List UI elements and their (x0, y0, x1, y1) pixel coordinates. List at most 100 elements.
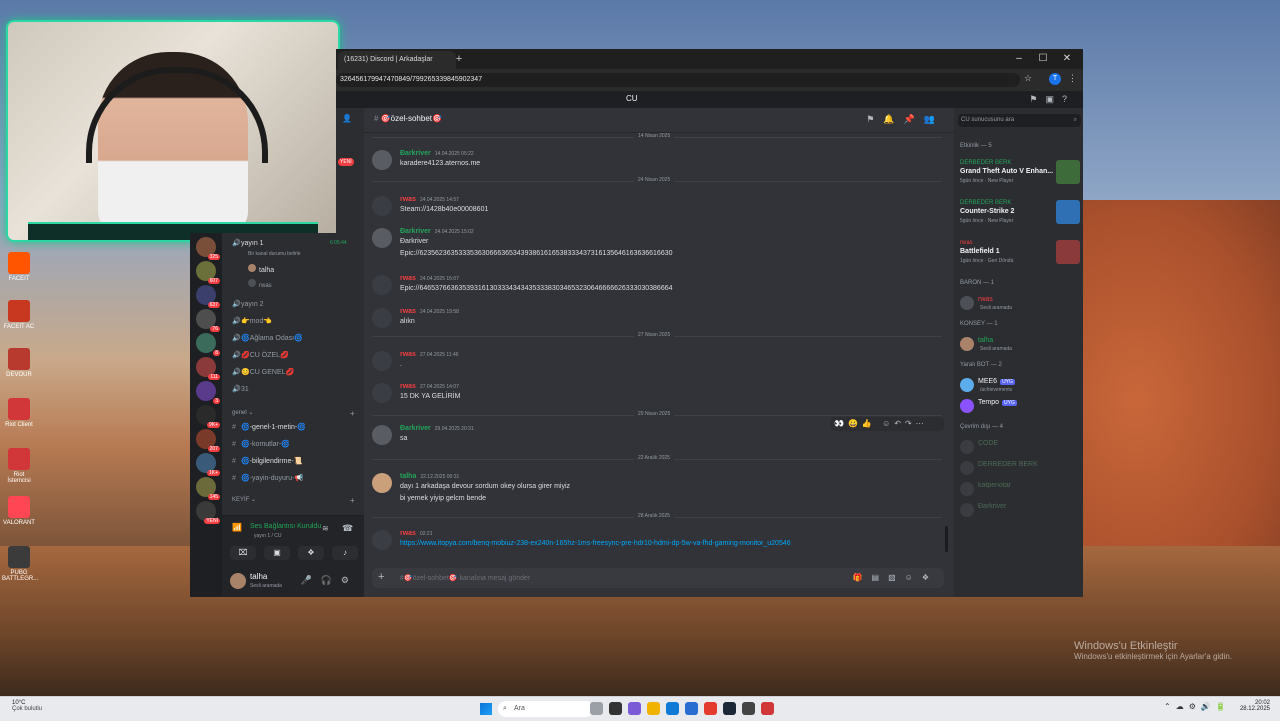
voice-channel-cu-ozel[interactable]: 🔊💋CU ÖZEL💋 (232, 351, 289, 359)
desktop-icon[interactable]: Riot İstemcisi (2, 448, 36, 484)
activity-card[interactable]: DERBEDER BERK Counter-Strike 2 5gün önce ·… (958, 200, 1080, 232)
message-author[interactable]: rwas 02:21 (400, 530, 432, 537)
server-icon[interactable]: 145 (196, 477, 220, 500)
menu-kebab-icon[interactable]: ⋮ (1068, 73, 1077, 84)
message[interactable]: Ðarkriver 24.04.2025 15:02 Ðarkriver Epic:/… (372, 228, 942, 266)
weather-widget[interactable]: 10°C Çok bulutlu (12, 700, 42, 712)
server-icon[interactable]: 3 (196, 381, 220, 404)
edge-icon[interactable] (666, 702, 679, 715)
noise-suppression-icon[interactable]: ≋ (322, 524, 329, 533)
message[interactable]: rwas 24.04.2025 14:57 Steam://1428b40e0000… (372, 196, 942, 222)
voice-channel-31[interactable]: 🔊31 (232, 385, 249, 393)
file-explorer-icon[interactable] (647, 702, 660, 715)
server-icon[interactable]: 76 (196, 309, 220, 332)
server-icon[interactable]: 9K+ (196, 405, 220, 428)
screen-share-button[interactable]: ▣ (264, 546, 290, 560)
clock[interactable]: 20:02 28.12.2025 (1240, 700, 1270, 712)
voice-channel-mod[interactable]: 🔊👉mod👈 (232, 317, 272, 325)
message-link[interactable]: https://www.itopya.com/benq-mobiuz-238-e… (400, 540, 791, 547)
server-icon[interactable]: YENİ (196, 501, 220, 524)
server-icon[interactable]: 637 (196, 285, 220, 308)
copilot-icon[interactable] (628, 702, 641, 715)
avatar[interactable] (372, 275, 392, 295)
add-friend-icon[interactable]: 👤 (342, 114, 352, 123)
desktop-icon[interactable]: PUBG BATTLEGR... (2, 546, 38, 582)
message-author[interactable]: talha 22.12.2025 00:31 (400, 473, 459, 480)
server-icon[interactable]: 325 (196, 237, 220, 260)
member-row[interactable]: DERBEDER BERK (960, 459, 1080, 481)
user-avatar[interactable] (230, 573, 246, 589)
riot-icon[interactable] (761, 702, 774, 715)
member-row[interactable]: MEE6 UYG/achievements (960, 376, 1080, 398)
avatar[interactable] (372, 150, 392, 170)
message[interactable]: rwas 27.04.2025 14:07 15 DK YA GELİRİM (372, 383, 942, 409)
message[interactable]: rwas 02:21 https://www.itopya.com/benq-mob… (372, 530, 942, 556)
system-tray[interactable]: ⌃☁⚙🔊🔋 (1164, 702, 1231, 711)
close-button[interactable]: ✕ (1055, 49, 1079, 69)
voice-member-talha[interactable]: talha (248, 264, 274, 274)
activity-header[interactable]: Etkinlik — 5 (960, 143, 992, 149)
server-search-input[interactable]: CU sunucusunu ara ⌕ (958, 114, 1081, 127)
text-channel-genel[interactable]: # 🌀-genel-1-metin-🌀 (232, 423, 306, 431)
message-author[interactable]: Ðarkriver 29.04.2025 20:31 (400, 425, 474, 432)
message-hover-toolbar[interactable]: 👀😀👍 ☺↶↷⋯ (830, 417, 944, 431)
desktop-icon[interactable]: VALORANT (2, 496, 36, 526)
desktop-icon[interactable]: FACEIT AC (2, 300, 36, 330)
message[interactable]: rwas 24.04.2025 15:07 Epic://6465376636353… (372, 275, 942, 301)
message-author[interactable]: rwas 27.04.2025 11:46 (400, 351, 459, 358)
steam-icon[interactable] (723, 702, 736, 715)
avatar[interactable] (372, 425, 392, 445)
text-channel-komutlar[interactable]: # 🌀-komutlar-🌀 (232, 440, 290, 448)
desktop-icon[interactable]: Riot Client (2, 398, 36, 428)
activity-card[interactable]: DERBEDER BERK Grand Theft Auto V Enhan...… (958, 160, 1080, 192)
message-author[interactable]: rwas 24.04.2025 19:58 (400, 308, 459, 315)
epic-icon[interactable] (742, 702, 755, 715)
member-row[interactable]: CODE (960, 438, 1080, 460)
server-icon[interactable]: 607 (196, 261, 220, 284)
member-row[interactable]: Ðarkriver (960, 501, 1080, 523)
message-author[interactable]: rwas 24.04.2025 14:57 (400, 196, 459, 203)
category-keyif[interactable]: KEYİF ⌄ (232, 496, 256, 503)
voice-member-rwas[interactable]: rwas (248, 279, 272, 289)
message-author[interactable]: rwas 27.04.2025 14:07 (400, 383, 459, 390)
voice-status[interactable]: Ses Bağlantısı Kuruldu (250, 523, 321, 530)
message-author[interactable]: rwas 24.04.2025 15:07 (400, 275, 459, 282)
scrollbar[interactable] (945, 526, 948, 552)
add-attachment-icon[interactable]: + (378, 571, 384, 583)
text-channel-bilgilendirme[interactable]: # 🌀-bilgilendirme-📜 (232, 457, 302, 465)
voice-channel-aglama[interactable]: 🔊🌀Ağlama Odası🌀 (232, 334, 303, 342)
server-icon[interactable]: 8 (196, 333, 220, 356)
voice-status-hint[interactable]: Bir kanal durumu belirle (248, 251, 301, 257)
text-channel-yayin-duyuru[interactable]: # 🌀-yayin-duyuru-📢 (232, 474, 303, 482)
voice-channel-yayin-2[interactable]: 🔊yayın 2 (232, 300, 264, 308)
maximize-button[interactable]: ☐ (1031, 49, 1055, 69)
disconnect-icon[interactable]: ☎ (342, 523, 353, 534)
member-row[interactable]: katpenotar (960, 480, 1080, 502)
activities-button[interactable]: ❖ (298, 546, 324, 560)
avatar[interactable] (372, 473, 392, 493)
member-row[interactable]: rwas Sesli aramada (960, 294, 1080, 316)
new-tab-button[interactable]: + (452, 51, 466, 67)
voice-location[interactable]: yayın 1 / CU (254, 533, 282, 539)
message[interactable]: rwas 24.04.2025 19:58 alıkn (372, 308, 942, 334)
titlebar-icons[interactable]: ⚑▣? (1029, 94, 1075, 105)
desktop-icon[interactable]: FACEIT (2, 252, 36, 282)
user-name[interactable]: talha (250, 572, 267, 581)
server-icon[interactable]: 111 (196, 357, 220, 380)
soundboard-button[interactable]: ♪ (332, 546, 358, 560)
chrome-icon[interactable] (704, 702, 717, 715)
avatar[interactable] (372, 530, 392, 550)
message-composer[interactable]: + #🎯özel-sohbet🎯 kanalına mesaj gönder 🎁… (372, 568, 944, 588)
task-view-icon[interactable] (590, 702, 603, 715)
avatar[interactable] (372, 383, 392, 403)
message-author[interactable]: Ðarkriver 14.04.2025 05:22 (400, 150, 474, 157)
composer-icons[interactable]: 🎁▤▧☺❖ (853, 573, 938, 582)
start-button[interactable] (480, 703, 492, 715)
avatar[interactable] (372, 351, 392, 371)
avatar[interactable] (372, 308, 392, 328)
add-channel-icon[interactable]: + (350, 409, 355, 418)
voice-channel-yayin-1[interactable]: 🔊yayın 1 (232, 239, 264, 247)
server-icon[interactable]: 207 (196, 429, 220, 452)
category-genel[interactable]: genel ⌄ (232, 409, 253, 416)
camera-button[interactable]: ⌧ (230, 546, 256, 560)
